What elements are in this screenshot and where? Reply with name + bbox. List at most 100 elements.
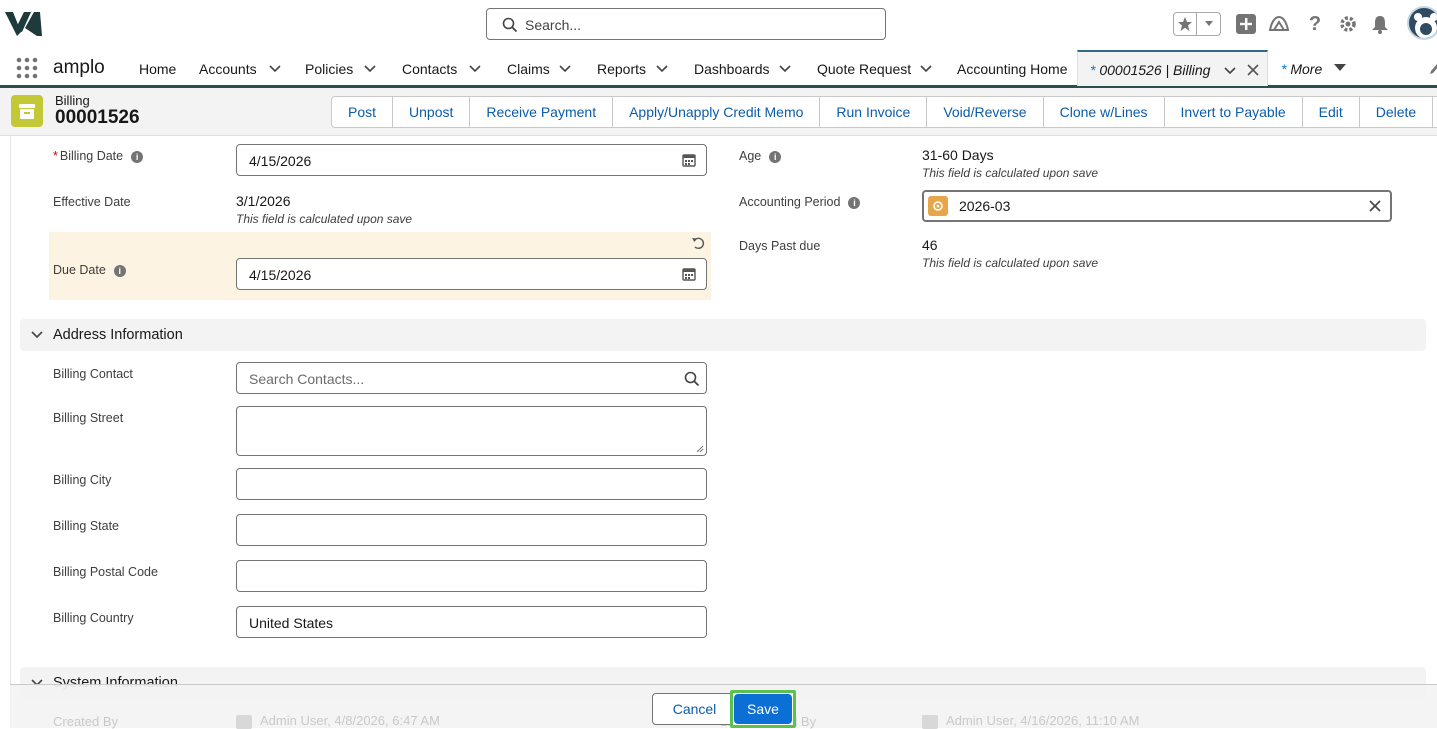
tab-billing-record[interactable]: * 00001526 | Billing xyxy=(1077,50,1268,86)
age-note: This field is calculated upon save xyxy=(922,166,1099,180)
amplo-logo[interactable] xyxy=(4,8,42,38)
chevron-down-icon[interactable] xyxy=(654,61,670,77)
billing-object-icon xyxy=(11,95,43,127)
delete-button[interactable]: Delete xyxy=(1360,97,1434,127)
billing-street-textarea[interactable] xyxy=(236,406,707,456)
chevron-down-icon xyxy=(31,331,43,339)
calendar-icon[interactable] xyxy=(682,267,696,281)
cancel-button[interactable]: Cancel xyxy=(652,693,737,725)
chevron-down-icon[interactable] xyxy=(918,61,934,77)
nav-item-quote-request[interactable]: Quote Request xyxy=(817,61,911,77)
run-invoice-button[interactable]: Run Invoice xyxy=(820,97,928,127)
clone-with-lines-button[interactable]: Clone w/Lines xyxy=(1044,97,1165,127)
created-by-label: Created By xyxy=(53,714,119,729)
days-past-due-label: Days Past due xyxy=(739,239,821,253)
billing-postal-code-label: Billing Postal Code xyxy=(53,565,158,579)
edit-nav-pencil-icon[interactable] xyxy=(1428,62,1437,76)
search-placeholder: Search... xyxy=(525,17,582,33)
edit-footer-bar: Created By Admin User, 4/8/2026, 6:47 AM… xyxy=(10,684,1437,729)
due-date-label-text: Due Date xyxy=(53,263,106,277)
billing-country-value: United States xyxy=(249,615,334,631)
record-actions: Post Unpost Receive Payment Apply/Unappl… xyxy=(331,96,1437,128)
post-button[interactable]: Post xyxy=(332,97,394,127)
nav-item-accounts[interactable]: Accounts xyxy=(199,61,257,77)
billing-city-input[interactable] xyxy=(236,468,707,500)
caret-down-icon[interactable] xyxy=(1333,63,1347,73)
nav-more[interactable]: * More xyxy=(1281,61,1322,77)
record-edit-form xyxy=(10,136,1437,728)
chevron-down-icon[interactable] xyxy=(467,61,483,77)
clear-selection-close-icon[interactable] xyxy=(1368,199,1382,213)
due-date-label: Due Date i xyxy=(53,263,126,277)
accounting-period-lookup[interactable]: 2026-03 xyxy=(922,190,1392,222)
app-nav-bar: amplo Home Accounts Policies Contacts Cl… xyxy=(0,50,1437,88)
chevron-down-icon[interactable] xyxy=(777,61,793,77)
billing-city-label: Billing City xyxy=(53,473,112,487)
receive-payment-button[interactable]: Receive Payment xyxy=(470,97,614,127)
app-name: amplo xyxy=(53,57,105,78)
due-date-value: 4/15/2026 xyxy=(249,267,312,283)
address-section-title: Address Information xyxy=(53,327,183,343)
info-icon[interactable]: i xyxy=(769,150,782,163)
resize-handle-icon[interactable] xyxy=(696,445,704,453)
unpost-button[interactable]: Unpost xyxy=(393,97,471,127)
apply-unapply-credit-memo-button[interactable]: Apply/Unapply Credit Memo xyxy=(613,97,821,127)
setup-gear-icon[interactable] xyxy=(1336,12,1360,36)
notifications-bell-icon[interactable] xyxy=(1368,12,1392,36)
nav-item-policies[interactable]: Policies xyxy=(305,61,353,77)
billing-postal-code-input[interactable] xyxy=(236,560,707,592)
nav-more-label: More xyxy=(1290,61,1323,77)
chevron-down-icon[interactable] xyxy=(557,61,573,77)
undo-icon[interactable] xyxy=(691,236,705,250)
user-icon xyxy=(236,714,252,729)
nav-item-contacts[interactable]: Contacts xyxy=(402,61,457,77)
chevron-down-icon[interactable] xyxy=(362,61,378,77)
nav-item-reports[interactable]: Reports xyxy=(597,61,646,77)
info-icon[interactable]: i xyxy=(113,264,126,277)
billing-country-input[interactable]: United States xyxy=(236,606,707,638)
billing-state-input[interactable] xyxy=(236,514,707,546)
favorites-star-icon[interactable] xyxy=(1174,13,1198,35)
created-by-text: Admin User, 4/8/2026, 6:47 AM xyxy=(260,713,440,728)
help-icon[interactable]: ? xyxy=(1303,12,1327,36)
nav-item-claims[interactable]: Claims xyxy=(507,61,550,77)
record-name: 00001526 xyxy=(55,107,140,128)
global-search-input[interactable]: Search... xyxy=(486,8,886,40)
favorites-group xyxy=(1173,12,1221,36)
user-avatar[interactable] xyxy=(1407,6,1437,40)
accounting-period-object-icon xyxy=(928,196,948,216)
days-past-due-note: This field is calculated upon save xyxy=(922,256,1099,270)
modified-by-text: Admin User, 4/16/2026, 11:10 AM xyxy=(946,713,1140,728)
more-actions-button[interactable] xyxy=(1433,97,1437,127)
chevron-down-icon[interactable] xyxy=(267,61,283,77)
close-icon[interactable] xyxy=(1246,63,1260,77)
billing-date-input[interactable]: 4/15/2026 xyxy=(236,144,707,176)
app-launcher-icon[interactable] xyxy=(15,56,39,80)
info-icon[interactable]: i xyxy=(131,150,144,163)
user-icon xyxy=(922,714,938,729)
void-reverse-button[interactable]: Void/Reverse xyxy=(927,97,1044,127)
search-icon xyxy=(684,371,700,387)
invert-to-payable-button[interactable]: Invert to Payable xyxy=(1165,97,1303,127)
modified-by-value: Admin User, 4/16/2026, 11:10 AM xyxy=(922,713,1139,729)
search-icon xyxy=(502,17,518,33)
nav-item-accounting-home[interactable]: Accounting Home xyxy=(957,61,1068,77)
edit-button[interactable]: Edit xyxy=(1303,97,1360,127)
days-past-due-value: 46 xyxy=(922,237,938,253)
favorites-list-chevron-icon[interactable] xyxy=(1197,13,1220,35)
nav-item-dashboards[interactable]: Dashboards xyxy=(694,61,770,77)
billing-date-label: * Billing Date i xyxy=(53,149,144,163)
billing-date-value: 4/15/2026 xyxy=(249,153,312,169)
calendar-icon[interactable] xyxy=(682,153,696,167)
created-by-value: Admin User, 4/8/2026, 6:47 AM xyxy=(236,713,440,729)
address-information-section-header[interactable]: Address Information xyxy=(20,319,1426,351)
due-date-input[interactable]: 4/15/2026 xyxy=(236,258,707,290)
chevron-down-icon[interactable] xyxy=(1222,63,1238,79)
info-icon[interactable]: i xyxy=(848,196,861,209)
global-actions-plus-icon[interactable] xyxy=(1234,12,1258,36)
billing-contact-lookup-input[interactable]: Search Contacts... xyxy=(236,362,707,394)
trailhead-icon[interactable] xyxy=(1267,12,1291,36)
tab-billing-label: * 00001526 | Billing xyxy=(1090,62,1211,78)
save-button[interactable]: Save xyxy=(734,694,792,724)
nav-item-home[interactable]: Home xyxy=(139,61,176,77)
